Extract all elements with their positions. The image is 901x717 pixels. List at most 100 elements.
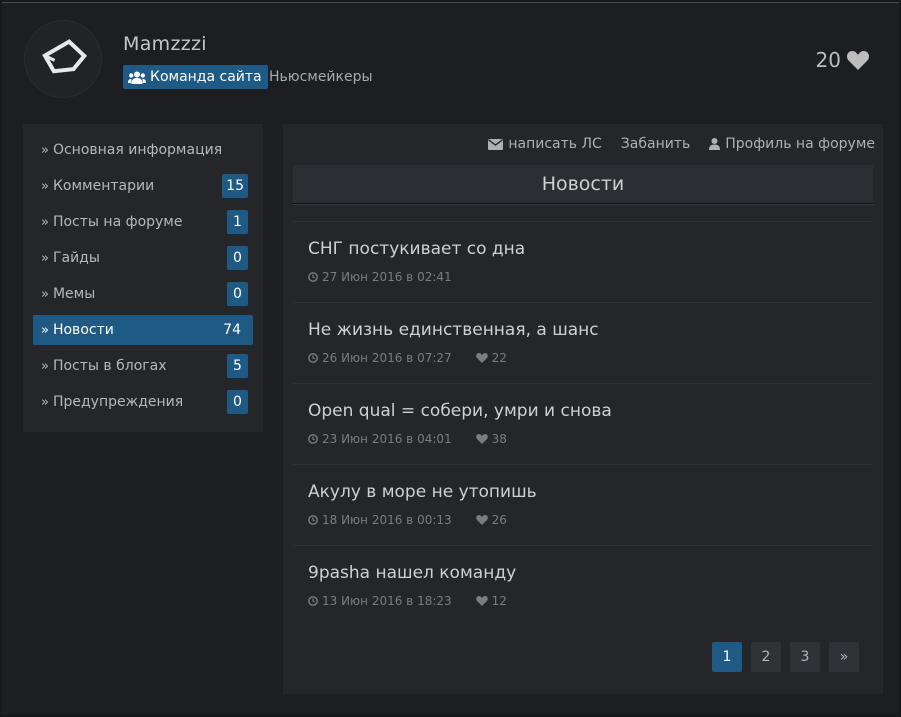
clock-icon [308,596,318,606]
news-likes: 12 [475,594,507,608]
users-icon [128,71,146,84]
news-date-text: 23 Июн 2016 в 04:01 [322,432,452,446]
news-meta: 23 Июн 2016 в 04:01 38 [308,432,531,446]
profile-sidebar: » Основная информация » Комментарии 15 »… [23,124,263,432]
sidebar-item-forum-posts[interactable]: » Посты на форуме 1 [33,207,253,237]
clock-icon [308,353,318,363]
heart-icon [475,515,488,525]
double-chevron-right-icon: » [41,322,49,338]
team-badge-label: Команда сайта [150,69,262,85]
count-badge: 74 [223,322,241,338]
heart-icon [847,50,869,70]
double-chevron-right-icon: » [41,178,49,194]
news-meta: 13 Июн 2016 в 18:23 12 [308,594,531,608]
count-badge: 0 [227,390,248,414]
news-date-text: 27 Июн 2016 в 02:41 [322,270,452,284]
sidebar-item-label: Посты в блогах [52,358,167,374]
sidebar-item-guides[interactable]: » Гайды 0 [33,243,253,273]
count-badge: 1 [227,210,248,234]
forum-profile-link[interactable]: Профиль на форуме [709,136,875,152]
sidebar-item-comments[interactable]: » Комментарии 15 [33,171,253,201]
count-badge: 15 [222,174,248,198]
username: Mamzzzi [123,33,207,55]
news-date: 26 Июн 2016 в 07:27 [308,351,452,365]
news-date-text: 26 Июн 2016 в 07:27 [322,351,452,365]
news-date: 13 Июн 2016 в 18:23 [308,594,452,608]
double-chevron-right-icon: » [41,142,49,158]
count-badge: 0 [227,282,248,306]
profile-page: Mamzzzi Команда сайта Ньюсмейкеры 20 » О… [2,2,899,715]
double-chevron-right-icon: » [41,358,49,374]
sidebar-item-blog-posts[interactable]: » Посты в блогах 5 [33,351,253,381]
sidebar-item-info[interactable]: » Основная информация [33,135,253,165]
news-title-link[interactable]: Акулу в море не утопишь [308,482,537,502]
heart-icon [475,434,488,444]
list-item: Open qual = собери, умри и снова 23 Июн … [293,383,873,464]
pagination: 1 2 3 » [712,642,859,672]
avatar[interactable] [24,20,102,98]
double-chevron-right-icon: » [41,286,49,302]
list-item: СНГ постукивает со дна 27 Июн 2016 в 02:… [293,221,873,302]
news-date: 23 Июн 2016 в 04:01 [308,432,452,446]
clock-icon [308,434,318,444]
sidebar-item-label: Комментарии [52,178,155,194]
news-list: СНГ постукивает со дна 27 Июн 2016 в 02:… [293,221,873,626]
sidebar-item-news[interactable]: » Новости 74 [33,315,253,345]
list-item: Не жизнь единственная, а шанс 26 Июн 201… [293,302,873,383]
news-title-link[interactable]: СНГ постукивает со дна [308,239,525,259]
news-meta: 18 Июн 2016 в 00:13 26 [308,513,531,527]
double-chevron-right-icon: » [41,394,49,410]
envelope-icon [488,138,504,150]
sidebar-item-label: Посты на форуме [52,214,183,230]
user-group: Ньюсмейкеры [269,69,373,85]
next-page-button[interactable]: » [829,642,859,672]
sidebar-item-warnings[interactable]: » Предупреждения 0 [33,387,253,417]
forum-profile-label: Профиль на форуме [725,136,875,152]
page-button-1[interactable]: 1 [712,642,742,672]
news-meta: 27 Июн 2016 в 02:41 [308,270,476,284]
heart-icon [475,353,488,363]
likes-count: 20 [815,48,841,72]
sidebar-item-label: Новости [52,322,114,338]
news-likes: 38 [475,432,507,446]
news-date: 27 Июн 2016 в 02:41 [308,270,452,284]
avatar-logo-icon [42,39,88,74]
news-title-link[interactable]: 9pasha нашел команду [308,563,516,583]
page-button-2[interactable]: 2 [751,642,781,672]
double-chevron-right-icon: » [41,250,49,266]
double-chevron-right-icon: » [41,214,49,230]
team-badge[interactable]: Команда сайта [123,65,268,89]
news-likes-count: 22 [491,351,507,365]
news-likes-count: 12 [491,594,507,608]
page-button-3[interactable]: 3 [790,642,820,672]
count-badge: 0 [227,246,248,270]
ban-link[interactable]: Забанить [621,136,690,152]
sidebar-item-label: Основная информация [52,142,223,158]
section-title: Новости [293,165,873,204]
send-message-label: написать ЛС [508,136,602,152]
news-likes-count: 26 [491,513,507,527]
clock-icon [308,515,318,525]
clock-icon [308,272,318,282]
sidebar-item-memes[interactable]: » Мемы 0 [33,279,253,309]
news-date-text: 13 Июн 2016 в 18:23 [322,594,452,608]
count-badge: 5 [227,354,248,378]
list-item: Акулу в море не утопишь 18 Июн 2016 в 00… [293,464,873,545]
main-content: написать ЛС Забанить Профиль на форуме Н… [283,124,883,694]
sidebar-item-label: Мемы [52,286,96,302]
news-likes: 22 [475,351,507,365]
profile-actions: написать ЛС Забанить Профиль на форуме [488,136,875,152]
list-item: 9pasha нашел команду 13 Июн 2016 в 18:23… [293,545,873,626]
likes-counter[interactable]: 20 [816,48,869,72]
news-date-text: 18 Июн 2016 в 00:13 [322,513,452,527]
profile-header: Mamzzzi Команда сайта Ньюсмейкеры 20 [2,3,899,123]
news-likes-count: 38 [491,432,507,446]
sidebar-item-label: Гайды [52,250,100,266]
news-meta: 26 Июн 2016 в 07:27 22 [308,351,531,365]
news-title-link[interactable]: Не жизнь единственная, а шанс [308,320,599,340]
sidebar-item-label: Предупреждения [52,394,184,410]
news-title-link[interactable]: Open qual = собери, умри и снова [308,401,612,421]
send-message-link[interactable]: написать ЛС [488,136,602,152]
heart-icon [475,596,488,606]
news-date: 18 Июн 2016 в 00:13 [308,513,452,527]
